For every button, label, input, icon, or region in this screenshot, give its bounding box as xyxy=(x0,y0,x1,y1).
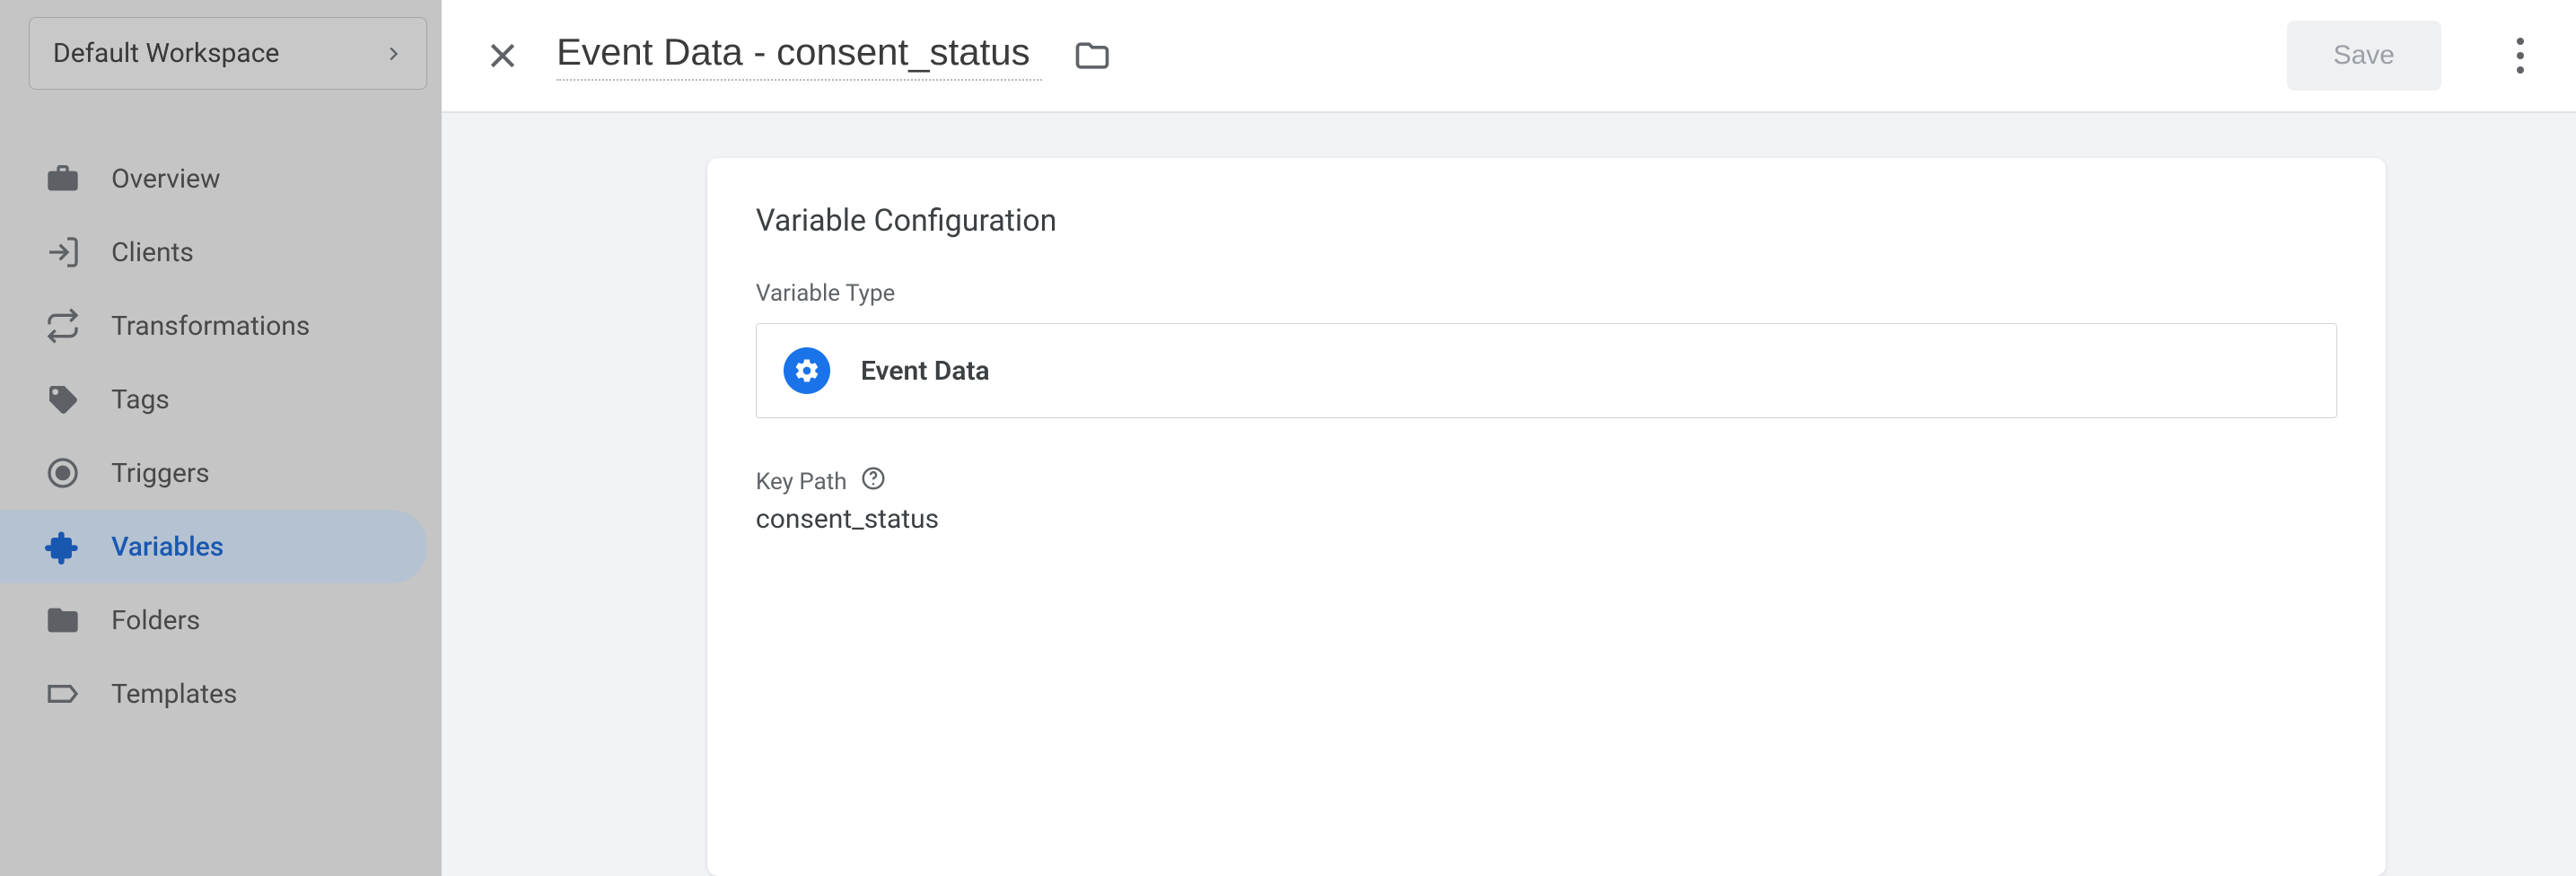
variable-type-selector[interactable]: Event Data xyxy=(756,323,2337,418)
editor-body: Variable Configuration Variable Type Eve… xyxy=(442,113,2576,876)
sidebar-item-tags[interactable]: Tags xyxy=(0,363,427,436)
more-menu-button[interactable] xyxy=(2495,31,2545,81)
sidebar-item-label: Tags xyxy=(111,384,170,416)
sidebar-item-overview[interactable]: Overview xyxy=(0,142,427,215)
variable-type-value: Event Data xyxy=(861,355,990,387)
template-icon xyxy=(45,676,81,712)
workspace-section-label: CURRENT WORKSPACE xyxy=(29,0,427,4)
workspace-selector[interactable]: Default Workspace xyxy=(29,17,427,90)
key-path-value: consent_status xyxy=(756,504,2337,535)
key-path-label-text: Key Path xyxy=(756,469,847,495)
sidebar-item-label: Folders xyxy=(111,605,200,636)
briefcase-icon xyxy=(45,161,81,197)
close-button[interactable] xyxy=(478,31,528,81)
sidebar-item-triggers[interactable]: Triggers xyxy=(0,436,427,510)
variable-config-card: Variable Configuration Variable Type Eve… xyxy=(707,158,2386,876)
variable-type-label: Variable Type xyxy=(756,280,2337,307)
target-icon xyxy=(45,455,81,491)
sidebar-item-label: Overview xyxy=(111,163,221,195)
main-panel: Save Variable Configuration Variable Typ… xyxy=(442,0,2576,876)
sidebar-item-label: Templates xyxy=(111,679,237,710)
sidebar: CURRENT WORKSPACE Default Workspace Over… xyxy=(0,0,442,876)
variable-title-input[interactable] xyxy=(556,31,1042,81)
folder-icon xyxy=(45,602,81,638)
card-title: Variable Configuration xyxy=(756,203,2337,239)
sidebar-item-label: Triggers xyxy=(111,458,210,489)
puzzle-icon xyxy=(45,529,81,565)
transform-icon xyxy=(45,308,81,344)
gear-icon xyxy=(784,347,830,394)
editor-topbar: Save xyxy=(442,0,2576,113)
login-icon xyxy=(45,234,81,270)
key-path-label: Key Path xyxy=(756,465,2337,498)
sidebar-item-variables[interactable]: Variables xyxy=(0,510,427,583)
sidebar-item-clients[interactable]: Clients xyxy=(0,215,427,289)
sidebar-item-templates[interactable]: Templates xyxy=(0,657,427,731)
sidebar-nav: Overview Clients Transformations Tags Tr… xyxy=(29,142,427,731)
sidebar-item-label: Clients xyxy=(111,237,194,268)
help-icon[interactable] xyxy=(860,465,887,498)
sidebar-item-transformations[interactable]: Transformations xyxy=(0,289,427,363)
tag-icon xyxy=(45,381,81,417)
save-button[interactable]: Save xyxy=(2287,21,2441,91)
workspace-name: Default Workspace xyxy=(53,38,279,69)
sidebar-item-label: Transformations xyxy=(111,311,310,342)
sidebar-item-label: Variables xyxy=(111,531,223,563)
sidebar-item-folders[interactable]: Folders xyxy=(0,583,427,657)
chevron-right-icon xyxy=(383,44,403,64)
move-to-folder-button[interactable] xyxy=(1071,34,1114,77)
